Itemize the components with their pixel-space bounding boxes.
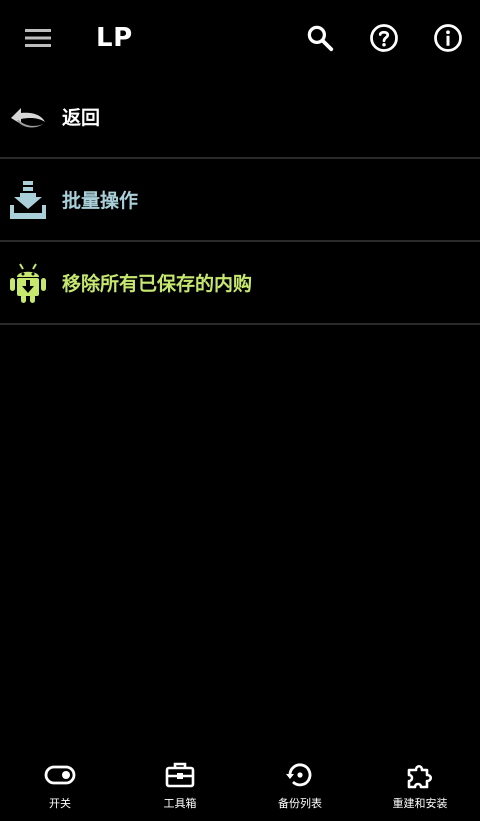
toolbox-icon bbox=[164, 759, 196, 791]
list-item-back[interactable]: 返回 bbox=[0, 76, 480, 159]
list-item-batch[interactable]: 批量操作 bbox=[0, 159, 480, 242]
android-download-icon bbox=[6, 261, 50, 305]
info-button[interactable] bbox=[424, 14, 472, 62]
menu-button[interactable] bbox=[14, 14, 62, 62]
app-bar: LP bbox=[0, 0, 480, 76]
list-item-remove-purchases[interactable]: 移除所有已保存的内购 bbox=[0, 242, 480, 325]
puzzle-icon bbox=[404, 759, 436, 791]
option-list: 返回 批量操作 移除所有已保存的内购 bbox=[0, 76, 480, 325]
download-icon bbox=[6, 178, 50, 222]
search-icon bbox=[307, 25, 334, 52]
nav-label: 重建和安装 bbox=[392, 797, 448, 810]
list-item-label: 批量操作 bbox=[62, 190, 139, 212]
nav-label: 工具箱 bbox=[163, 797, 197, 810]
search-button[interactable] bbox=[296, 14, 344, 62]
nav-label: 开关 bbox=[49, 797, 71, 810]
nav-item-backup-list[interactable]: 备份列表 bbox=[240, 757, 360, 821]
menu-icon bbox=[25, 29, 51, 47]
help-icon bbox=[370, 24, 398, 52]
back-arrow-icon bbox=[6, 95, 50, 139]
list-item-label: 返回 bbox=[62, 107, 101, 129]
bottom-navigation: 开关 工具箱 备份列表 重建和安装 bbox=[0, 757, 480, 821]
app-title: LP bbox=[96, 23, 133, 53]
restore-icon bbox=[284, 759, 316, 791]
nav-item-switch[interactable]: 开关 bbox=[0, 757, 120, 821]
nav-label: 备份列表 bbox=[278, 797, 322, 810]
toggle-icon bbox=[44, 759, 76, 791]
info-icon bbox=[434, 24, 462, 52]
help-button[interactable] bbox=[360, 14, 408, 62]
list-item-label: 移除所有已保存的内购 bbox=[62, 273, 253, 295]
nav-item-toolbox[interactable]: 工具箱 bbox=[120, 757, 240, 821]
nav-item-rebuild-install[interactable]: 重建和安装 bbox=[360, 757, 480, 821]
